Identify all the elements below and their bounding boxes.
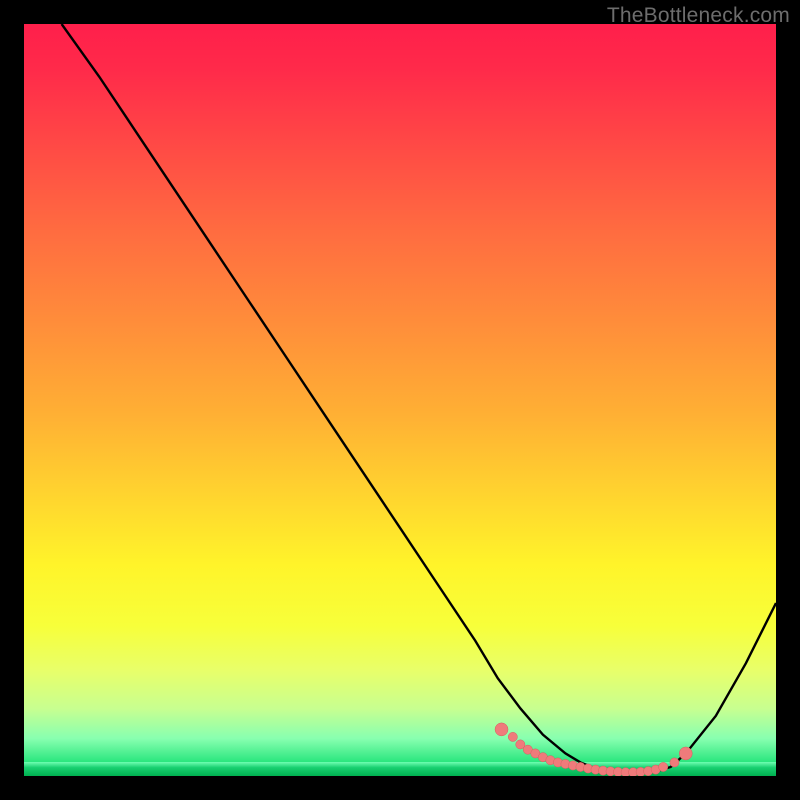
chart-frame: TheBottleneck.com	[0, 0, 800, 800]
optimal-markers	[495, 723, 692, 776]
marker-dot	[679, 747, 692, 760]
marker-dot	[508, 732, 517, 741]
marker-dot	[670, 758, 679, 767]
plot-area	[24, 24, 776, 776]
bottleneck-curve	[62, 24, 776, 773]
curve-layer	[24, 24, 776, 776]
marker-dot	[659, 762, 668, 771]
marker-dot	[495, 723, 508, 736]
